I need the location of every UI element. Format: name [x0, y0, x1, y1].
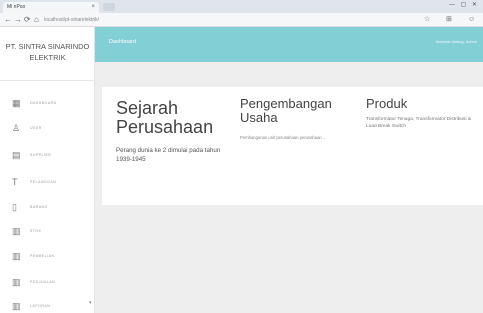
profile-icon[interactable]: ☺ [468, 15, 475, 25]
forward-icon[interactable]: → [14, 15, 22, 25]
brand-name: PT. SINTRA SINARINDO ELEKTRIK [0, 41, 95, 63]
supplier-icon: ▤ [12, 150, 21, 160]
dashboard-icon: ▦ [12, 98, 21, 108]
page-title: Dashboard [109, 39, 136, 45]
sidebar-item-label: USER [30, 126, 42, 130]
browser-tab-title: Mi nPoo [7, 4, 26, 10]
sidebar-item-label: DASHBOARD [30, 101, 57, 105]
section-text: Transformator Tenaga, Transformator Dist… [366, 117, 472, 129]
section-title: Sejarah Perusahaan [116, 98, 214, 138]
stock-icon: ▥ [12, 226, 21, 236]
section-title: Produk [366, 96, 408, 111]
window-controls[interactable]: — ▢ ✕ [449, 1, 479, 8]
browser-tab[interactable]: Mi nPoo × [3, 2, 99, 13]
sidebar-divider [0, 80, 95, 81]
sidebar-item-label: BARANG [30, 205, 48, 209]
sidebar-item-stok[interactable]: ▥ STOK [12, 225, 92, 237]
section-text: Pembangunan unit perusahaan perusahaan .… [240, 135, 327, 141]
sales-icon: ▥ [12, 277, 21, 287]
top-header: Dashboard Selamat datang, Admin [95, 27, 483, 62]
brand-line-2: ELEKTRIK [29, 53, 66, 62]
report-icon: ▥ [12, 301, 21, 311]
welcome-text[interactable]: Selamat datang, Admin [436, 39, 477, 44]
sidebar-item-dashboard[interactable]: ▦ DASHBOARD [12, 97, 92, 109]
section-pengembangan: Pengembangan Usaha Pembangunan unit peru… [240, 96, 360, 141]
section-text: Perang dunia ke 2 dimulai pada tahun 193… [116, 146, 221, 163]
sidebar-item-penjualan[interactable]: ▥ PENJUALAN [12, 276, 92, 288]
extension-icon[interactable]: ⊞ [446, 15, 452, 25]
sidebar-item-user[interactable]: ♙ USER [12, 122, 92, 134]
sidebar-item-pembelian[interactable]: ▥ PEMBELIAN [12, 250, 92, 262]
browser-address-bar: ← → ⟳ ⌂ localhost/pt-sinarelektrik/ ☆ ⊞ … [0, 13, 483, 27]
main-content: Sejarah Perusahaan Perang dunia ke 2 dim… [95, 62, 483, 313]
sidebar: PT. SINTRA SINARINDO ELEKTRIK ▦ DASHBOAR… [0, 27, 95, 313]
sidebar-item-supplier[interactable]: ▤ SUPPLIER [12, 149, 92, 161]
section-title: Pengembangan Usaha [240, 96, 332, 126]
customer-icon: T [12, 177, 18, 187]
url-input[interactable]: localhost/pt-sinarelektrik/ [44, 15, 404, 25]
reload-icon[interactable]: ⟳ [24, 15, 31, 25]
tab-close-icon[interactable]: × [91, 2, 95, 13]
brand-line-1: PT. SINTRA SINARINDO [5, 42, 90, 51]
sidebar-item-label: PEMBELIAN [30, 254, 55, 258]
back-icon[interactable]: ← [4, 15, 12, 25]
section-sejarah: Sejarah Perusahaan Perang dunia ke 2 dim… [116, 97, 232, 164]
sidebar-item-label: PENJUALAN [30, 280, 56, 284]
sidebar-item-laporan[interactable]: ▥ LAPORAN [12, 300, 92, 312]
purchase-icon: ▥ [12, 251, 21, 261]
sidebar-item-label: LAPORAN [30, 304, 51, 308]
sidebar-item-label: STOK [30, 229, 42, 233]
home-icon[interactable]: ⌂ [34, 15, 39, 25]
section-produk: Produk Transformator Tenaga, Transformat… [366, 96, 481, 130]
sidebar-item-barang[interactable]: ▯ BARANG [12, 201, 92, 213]
bookmark-star-icon[interactable]: ☆ [424, 15, 430, 25]
item-icon: ▯ [12, 202, 17, 212]
browser-tab-bar: Mi nPoo × — ▢ ✕ [0, 0, 483, 13]
new-tab-button[interactable] [103, 3, 115, 11]
sidebar-item-label: PELANGGAN [30, 180, 57, 184]
sidebar-item-label: SUPPLIER [30, 153, 52, 157]
user-icon: ♙ [12, 123, 21, 133]
info-panel: Sejarah Perusahaan Perang dunia ke 2 dim… [102, 87, 483, 205]
sidebar-item-pelanggan[interactable]: T PELANGGAN [12, 176, 92, 188]
